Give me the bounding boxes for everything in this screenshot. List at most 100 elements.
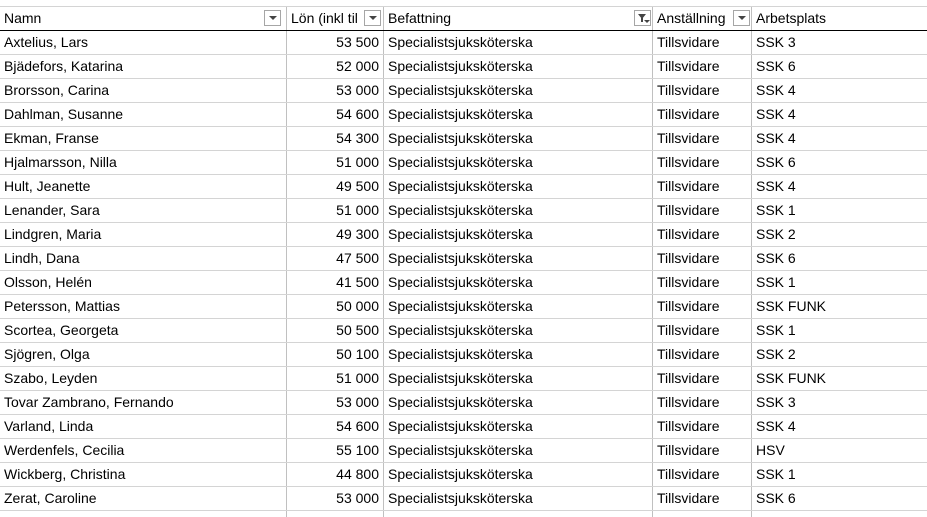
cell-anstallning[interactable]: Tillsvidare	[653, 343, 751, 366]
cell-namn[interactable]: Sjögren, Olga	[0, 343, 286, 366]
cell-anstallning[interactable]: Tillsvidare	[653, 175, 751, 198]
cell-arbetsplats[interactable]: SSK 4	[752, 79, 927, 102]
cell-befattning[interactable]: Specialistsjuksköterska	[384, 439, 652, 462]
cell-arbetsplats[interactable]: SSK 3	[752, 31, 927, 54]
cell-arbetsplats[interactable]: SSK 4	[752, 127, 927, 150]
cell-befattning[interactable]: Specialistsjuksköterska	[384, 247, 652, 270]
cell-anstallning[interactable]: Tillsvidare	[653, 319, 751, 342]
cell-arbetsplats[interactable]: SSK 1	[752, 199, 927, 222]
cell-lon[interactable]: 54 600	[287, 415, 383, 438]
cell-befattning[interactable]: Specialistsjuksköterska	[384, 487, 652, 510]
cell-befattning[interactable]: Specialistsjuksköterska	[384, 295, 652, 318]
cell-namn[interactable]: Hjalmarsson, Nilla	[0, 151, 286, 174]
cell-namn[interactable]: Szabo, Leyden	[0, 367, 286, 390]
cell-befattning[interactable]: Specialistsjuksköterska	[384, 367, 652, 390]
cell-arbetsplats[interactable]: SSK 6	[752, 151, 927, 174]
cell-namn[interactable]: Petersson, Mattias	[0, 295, 286, 318]
cell-namn[interactable]: Werdenfels, Cecilia	[0, 439, 286, 462]
header-cell-anstallning[interactable]: Anställning	[653, 7, 733, 30]
cell-lon[interactable]: 47 500	[287, 247, 383, 270]
cell-arbetsplats[interactable]: SSK FUNK	[752, 367, 927, 390]
cell-anstallning[interactable]: Tillsvidare	[653, 223, 751, 246]
cell-namn[interactable]: Brorsson, Carina	[0, 79, 286, 102]
cell-befattning[interactable]: Specialistsjuksköterska	[384, 391, 652, 414]
cell-namn[interactable]: Axtelius, Lars	[0, 31, 286, 54]
cell-befattning[interactable]: Specialistsjuksköterska	[384, 55, 652, 78]
cell-arbetsplats[interactable]: SSK 4	[752, 415, 927, 438]
cell-lon[interactable]: 52 000	[287, 55, 383, 78]
cell-namn[interactable]: Lenander, Sara	[0, 199, 286, 222]
cell-lon[interactable]: 53 000	[287, 391, 383, 414]
cell-namn[interactable]: Tovar Zambrano, Fernando	[0, 391, 286, 414]
cell-anstallning[interactable]: Tillsvidare	[653, 415, 751, 438]
cell-arbetsplats[interactable]: HSV	[752, 439, 927, 462]
cell-befattning[interactable]: Specialistsjuksköterska	[384, 415, 652, 438]
cell-lon[interactable]: 55 100	[287, 439, 383, 462]
cell-arbetsplats[interactable]: SSK 4	[752, 103, 927, 126]
filter-dropdown-lon[interactable]	[364, 10, 381, 26]
cell-lon[interactable]: 50 000	[287, 295, 383, 318]
cell-namn[interactable]: Wickberg, Christina	[0, 463, 286, 486]
cell-befattning[interactable]: Specialistsjuksköterska	[384, 199, 652, 222]
cell-arbetsplats[interactable]: SSK 6	[752, 55, 927, 78]
cell-arbetsplats[interactable]: SSK 1	[752, 463, 927, 486]
cell-anstallning[interactable]: Tillsvidare	[653, 151, 751, 174]
cell-lon[interactable]: 54 300	[287, 127, 383, 150]
cell-anstallning[interactable]: Tillsvidare	[653, 31, 751, 54]
cell-befattning[interactable]: Specialistsjuksköterska	[384, 31, 652, 54]
cell-lon[interactable]: 49 300	[287, 223, 383, 246]
cell-arbetsplats[interactable]: SSK 4	[752, 175, 927, 198]
cell-anstallning[interactable]: Tillsvidare	[653, 367, 751, 390]
cell-arbetsplats[interactable]: SSK 2	[752, 223, 927, 246]
header-cell-arbetsplats[interactable]: Arbetsplats	[752, 7, 927, 30]
cell-arbetsplats[interactable]: SSK 1	[752, 271, 927, 294]
filter-dropdown-namn[interactable]	[264, 10, 281, 26]
cell-lon[interactable]: 51 000	[287, 151, 383, 174]
cell-befattning[interactable]: Specialistsjuksköterska	[384, 127, 652, 150]
cell-anstallning[interactable]: Tillsvidare	[653, 271, 751, 294]
cell-arbetsplats[interactable]: SSK 2	[752, 343, 927, 366]
cell-lon[interactable]: 49 500	[287, 175, 383, 198]
cell-lon[interactable]: 51 000	[287, 199, 383, 222]
cell-befattning[interactable]: Specialistsjuksköterska	[384, 271, 652, 294]
cell-anstallning[interactable]: Tillsvidare	[653, 127, 751, 150]
cell-befattning[interactable]: Specialistsjuksköterska	[384, 463, 652, 486]
cell-befattning[interactable]: Specialistsjuksköterska	[384, 151, 652, 174]
spreadsheet-grid[interactable]: Namn Lön (inkl til Befattning Anställnin…	[0, 7, 927, 517]
cell-befattning[interactable]: Specialistsjuksköterska	[384, 343, 652, 366]
header-cell-befattning[interactable]: Befattning	[384, 7, 652, 30]
cell-anstallning[interactable]: Tillsvidare	[653, 391, 751, 414]
header-cell-namn[interactable]: Namn	[0, 7, 286, 30]
cell-anstallning[interactable]: Tillsvidare	[653, 103, 751, 126]
filter-dropdown-anstallning[interactable]	[733, 10, 750, 26]
cell-namn[interactable]: Zerat, Caroline	[0, 487, 286, 510]
cell-anstallning[interactable]: Tillsvidare	[653, 55, 751, 78]
cell-namn[interactable]: Hult, Jeanette	[0, 175, 286, 198]
cell-befattning[interactable]: Specialistsjuksköterska	[384, 79, 652, 102]
cell-lon[interactable]: 53 000	[287, 79, 383, 102]
cell-namn[interactable]: Lindh, Dana	[0, 247, 286, 270]
cell-arbetsplats[interactable]: SSK 6	[752, 487, 927, 510]
cell-arbetsplats[interactable]: SSK 6	[752, 247, 927, 270]
cell-namn[interactable]: Bjädefors, Katarina	[0, 55, 286, 78]
cell-namn[interactable]: Lindgren, Maria	[0, 223, 286, 246]
cell-lon[interactable]: 41 500	[287, 271, 383, 294]
cell-befattning[interactable]: Specialistsjuksköterska	[384, 319, 652, 342]
cell-arbetsplats[interactable]: SSK 1	[752, 319, 927, 342]
cell-arbetsplats[interactable]: SSK FUNK	[752, 295, 927, 318]
cell-namn[interactable]: Varland, Linda	[0, 415, 286, 438]
cell-namn[interactable]: Scortea, Georgeta	[0, 319, 286, 342]
cell-lon[interactable]: 54 600	[287, 103, 383, 126]
cell-namn[interactable]: Olsson, Helén	[0, 271, 286, 294]
cell-befattning[interactable]: Specialistsjuksköterska	[384, 223, 652, 246]
cell-befattning[interactable]: Specialistsjuksköterska	[384, 175, 652, 198]
cell-anstallning[interactable]: Tillsvidare	[653, 295, 751, 318]
cell-anstallning[interactable]: Tillsvidare	[653, 247, 751, 270]
cell-anstallning[interactable]: Tillsvidare	[653, 199, 751, 222]
cell-lon[interactable]: 50 100	[287, 343, 383, 366]
cell-anstallning[interactable]: Tillsvidare	[653, 463, 751, 486]
cell-namn[interactable]: Ekman, Franse	[0, 127, 286, 150]
cell-lon[interactable]: 53 500	[287, 31, 383, 54]
cell-anstallning[interactable]: Tillsvidare	[653, 439, 751, 462]
header-cell-lon[interactable]: Lön (inkl til	[287, 7, 362, 30]
